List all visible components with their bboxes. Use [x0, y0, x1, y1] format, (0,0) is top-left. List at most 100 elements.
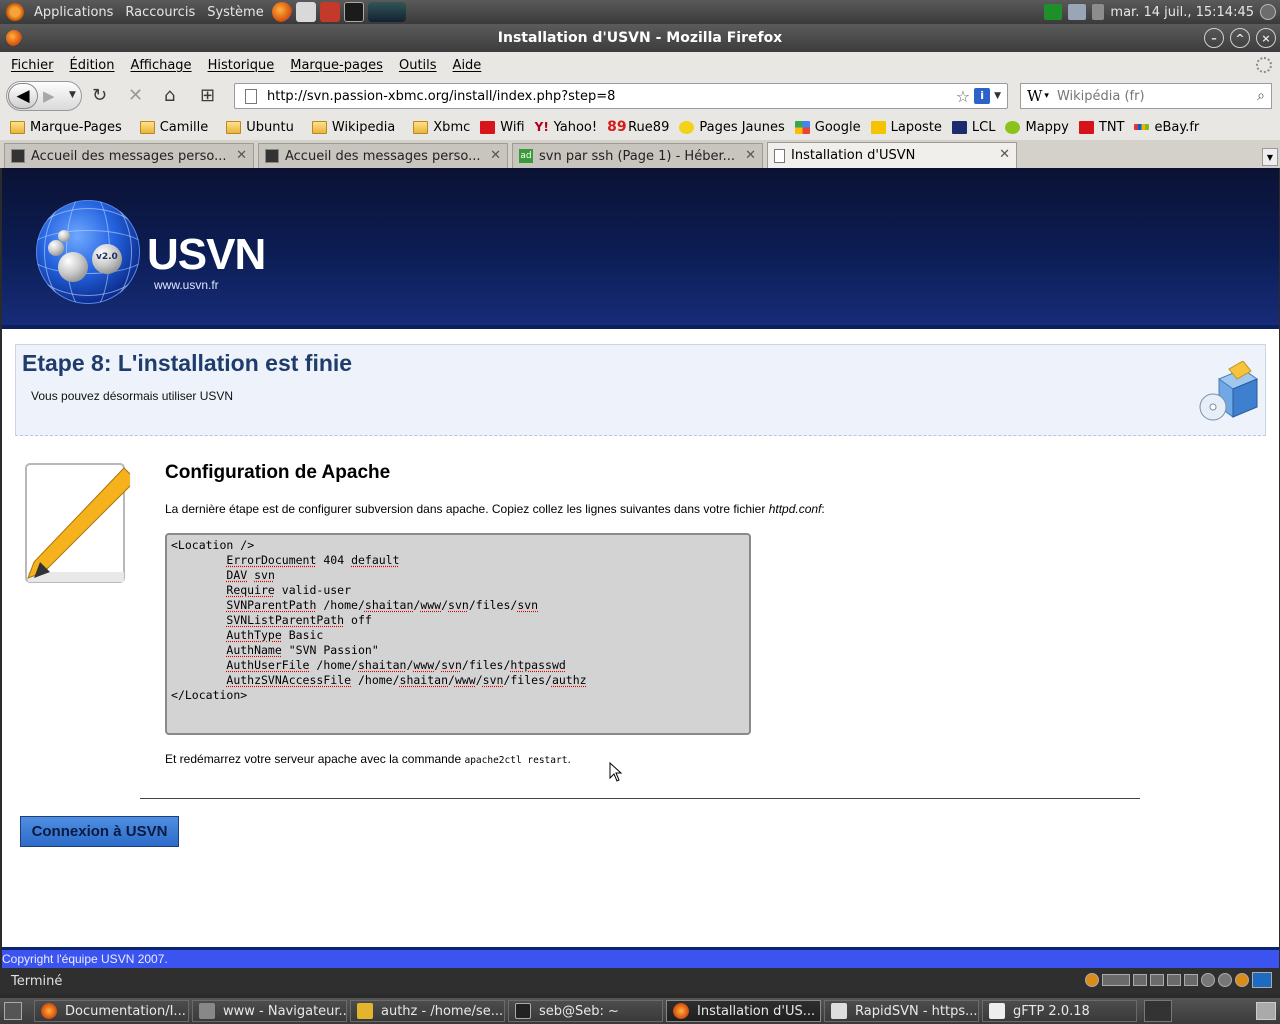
tab-svn-ssh[interactable]: ad svn par ssh (Page 1) - Héber... ✕	[512, 143, 763, 168]
intro-file: httpd.conf	[768, 502, 822, 516]
clock[interactable]: mar. 14 juil., 15:14:45	[1110, 5, 1254, 20]
close-tab-icon[interactable]: ✕	[999, 147, 1010, 162]
menu-historique[interactable]: Historique	[200, 58, 283, 73]
bookmark-marque-pages[interactable]: Marque-Pages	[10, 120, 122, 135]
trash-icon[interactable]	[1256, 1002, 1276, 1020]
bookmark-lcl[interactable]: LCL	[951, 120, 995, 135]
tab-messages-2[interactable]: Accueil des messages perso... ✕	[258, 143, 508, 168]
panel-menu-systeme[interactable]: Système	[201, 5, 269, 20]
play-icon[interactable]	[1150, 974, 1164, 986]
menu-edition[interactable]: Édition	[62, 58, 123, 73]
bookmark-wifi[interactable]: Wifi	[480, 119, 525, 135]
reload-icon[interactable]: ↻	[92, 86, 107, 106]
wikipedia-icon[interactable]: W	[1027, 87, 1042, 105]
star-bookmark-icon[interactable]: ☆	[956, 87, 970, 106]
volume-icon[interactable]	[1092, 4, 1105, 20]
bookmark-ebay[interactable]: eBay.fr	[1134, 120, 1199, 135]
menu-affichage[interactable]: Affichage	[122, 58, 199, 73]
firefox-launcher-icon[interactable]	[271, 2, 292, 22]
bookmark-label: Wikipedia	[331, 119, 396, 135]
task-gftp[interactable]: gFTP 2.0.18	[982, 1000, 1137, 1022]
firefox-tray-icon[interactable]	[1144, 1000, 1172, 1022]
search-engine-dropdown-icon[interactable]: ▾	[1044, 91, 1049, 101]
task-authz[interactable]: authz - /home/se...	[350, 1000, 505, 1022]
bookmark-xbmc[interactable]: Xbmc	[413, 120, 470, 135]
next-icon[interactable]	[1184, 974, 1198, 986]
ubuntu-logo-icon[interactable]	[6, 3, 24, 21]
search-bar[interactable]: W ▾ ⌕	[1020, 83, 1272, 109]
page-icon	[774, 148, 785, 163]
task-terminal[interactable]: seb@Seb: ~	[508, 1000, 663, 1022]
info-icon[interactable]: i	[974, 88, 991, 104]
search-icon[interactable]: ⌕	[1257, 88, 1265, 104]
tab-messages-1[interactable]: Accueil des messages perso... ✕	[4, 143, 254, 168]
addon-icon[interactable]	[1235, 973, 1249, 987]
panel-menu-raccourcis[interactable]: Raccourcis	[119, 5, 201, 20]
bookmark-tnt[interactable]: TNT	[1078, 120, 1124, 135]
info-icon[interactable]	[1218, 973, 1232, 987]
panel-menu-applications[interactable]: Applications	[28, 5, 119, 20]
mail-launcher-icon[interactable]	[295, 2, 316, 22]
home-icon[interactable]: ⌂	[164, 86, 175, 106]
runner-icon[interactable]	[1044, 4, 1063, 20]
task-installation-usvn[interactable]: Installation d'US...	[666, 1000, 821, 1022]
url-text[interactable]: http://svn.passion-xbmc.org/install/inde…	[267, 89, 615, 104]
bookmark-mappy[interactable]: Mappy	[1005, 120, 1069, 135]
folder-icon	[226, 120, 242, 134]
back-button[interactable]: ◀	[8, 83, 38, 109]
forward-button[interactable]: ▶	[43, 87, 55, 105]
menu-marque-pages[interactable]: Marque-pages	[282, 58, 391, 73]
tab-installation-usvn[interactable]: Installation d'USVN ✕	[767, 142, 1017, 168]
bookmark-laposte[interactable]: Laposte	[870, 120, 942, 135]
search-input[interactable]	[1056, 88, 1237, 104]
volume-down-icon[interactable]	[1201, 973, 1215, 987]
xbmc-launcher-icon[interactable]	[367, 2, 406, 22]
apache-config-code[interactable]: <Location /> ErrorDocument 404 default D…	[165, 533, 751, 735]
media-icon[interactable]	[1085, 973, 1099, 987]
dev-icon[interactable]	[1252, 972, 1272, 988]
player-display-icon[interactable]	[1102, 974, 1130, 986]
bookmark-camille[interactable]: Camille	[139, 120, 208, 135]
power-icon[interactable]	[1260, 4, 1276, 20]
google-icon	[794, 120, 810, 134]
intro-main: La dernière étape est de configurer subv…	[165, 502, 769, 516]
previous-icon[interactable]	[1133, 974, 1147, 986]
task-www-navigateur[interactable]: www - Navigateur...	[192, 1000, 347, 1022]
minimize-button[interactable]: –	[1204, 28, 1224, 48]
tab-label: Accueil des messages perso...	[285, 148, 481, 164]
maximize-button[interactable]: ^	[1230, 28, 1250, 48]
bookmark-pages-jaunes[interactable]: Pages Jaunes	[679, 120, 785, 135]
bookmark-google[interactable]: Google	[794, 120, 861, 135]
stop-icon[interactable]: ✕	[128, 86, 143, 106]
help-launcher-icon[interactable]	[319, 2, 340, 22]
task-documentation[interactable]: Documentation/I...	[34, 1000, 189, 1022]
bookmark-yahoo[interactable]: Y! Yahoo!	[535, 120, 597, 135]
menu-fichier[interactable]: Fichier	[3, 58, 62, 73]
close-window-button[interactable]: ×	[1256, 28, 1276, 48]
connexion-usvn-button[interactable]: Connexion à USVN	[20, 816, 179, 847]
lcl-icon	[951, 120, 967, 134]
bookmark-rue89[interactable]: 89 Rue89	[607, 119, 669, 135]
close-tab-icon[interactable]: ✕	[745, 148, 756, 163]
pause-icon[interactable]	[1167, 974, 1181, 986]
task-rapidsvn[interactable]: RapidSVN - https...	[824, 1000, 979, 1022]
menu-aide[interactable]: Aide	[445, 58, 490, 73]
menu-outils[interactable]: Outils	[391, 58, 445, 73]
bookmark-ubuntu[interactable]: Ubuntu	[226, 120, 294, 135]
close-tab-icon[interactable]: ✕	[236, 148, 247, 163]
code-line: <Location />	[171, 538, 255, 552]
network-icon[interactable]	[1068, 4, 1087, 20]
close-tab-icon[interactable]: ✕	[490, 148, 501, 163]
bookmark-wikipedia[interactable]: Wikipedia	[311, 119, 396, 135]
section-title: Configuration de Apache	[165, 462, 391, 483]
url-dropdown-icon[interactable]: ▼	[994, 91, 1001, 101]
bookmark-add-icon[interactable]: ⊞	[200, 86, 215, 106]
bookmark-label: Wifi	[500, 119, 525, 135]
show-desktop-icon[interactable]	[4, 1002, 22, 1020]
history-dropdown-icon[interactable]: ▼	[69, 90, 76, 100]
firefox-icon[interactable]	[6, 30, 22, 46]
rapidsvn-icon	[831, 1003, 847, 1019]
url-bar[interactable]: http://svn.passion-xbmc.org/install/inde…	[234, 83, 1008, 109]
list-all-tabs-button[interactable]: ▼	[1262, 148, 1278, 166]
terminal-launcher-icon[interactable]	[343, 2, 364, 22]
